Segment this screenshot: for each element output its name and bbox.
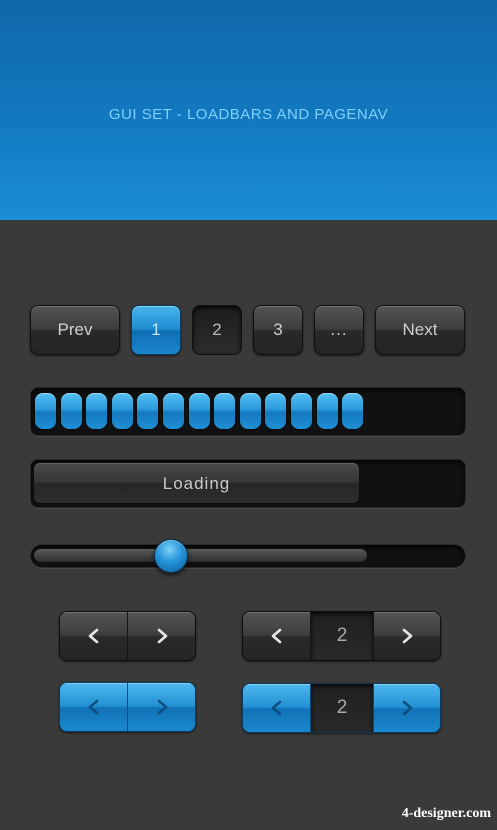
blue-stepper-value[interactable]: 2: [311, 684, 373, 732]
segmented-progress-bar: [30, 387, 466, 436]
progress-segment: [214, 393, 236, 429]
chevron-left-icon: [88, 699, 98, 715]
progress-segment: [239, 393, 261, 429]
next-button[interactable]: Next: [375, 305, 465, 355]
chevron-right-icon: [402, 628, 413, 644]
progress-segment: [163, 393, 184, 429]
progress-segment: [86, 393, 108, 429]
blue-next-arrow-button[interactable]: [128, 683, 195, 731]
slider-track-fill: [33, 548, 368, 563]
progress-segment: [137, 393, 159, 429]
prev-button[interactable]: Prev: [30, 305, 120, 355]
progress-segment: [265, 393, 287, 429]
loading-bar: Loading: [30, 459, 466, 508]
chevron-left-icon: [271, 628, 281, 644]
dark-prev-arrow-button[interactable]: [60, 612, 127, 660]
more-pages-button[interactable]: ...: [314, 305, 364, 355]
blue-prev-arrow-button[interactable]: [60, 683, 127, 731]
progress-segment: [60, 393, 82, 429]
page-3-button[interactable]: 3: [253, 305, 303, 355]
chevron-left-icon: [271, 700, 281, 716]
slider-track[interactable]: [30, 544, 466, 568]
page-1-button[interactable]: 1: [131, 305, 181, 355]
dark-stepper-prev-button[interactable]: [243, 612, 310, 660]
dark-arrow-pair: [59, 611, 196, 661]
loading-label: Loading: [162, 474, 231, 493]
dark-stepper-value[interactable]: 2: [311, 612, 373, 660]
slider-knob[interactable]: [154, 539, 188, 573]
dark-stepper-next-button[interactable]: [374, 612, 440, 660]
progress-segment: [188, 393, 210, 429]
page-title: GUI SET - LOADBARS AND PAGENAV: [108, 106, 389, 123]
blue-arrow-pair: [59, 682, 196, 732]
loading-bar-fill: Loading: [33, 462, 360, 504]
header-banner: GUI SET - LOADBARS AND PAGENAV: [0, 0, 497, 220]
progress-segment: [35, 393, 56, 429]
chevron-right-icon: [157, 699, 167, 715]
blue-stepper-next-button[interactable]: [374, 684, 440, 732]
blue-stepper-prev-button[interactable]: [243, 684, 310, 732]
progress-segment: [291, 393, 312, 429]
progress-segment: [111, 393, 133, 429]
page-2-button[interactable]: 2: [192, 305, 242, 355]
watermark: 4-designer.com: [401, 806, 491, 821]
progress-segment: [316, 393, 338, 429]
blue-page-stepper: 2: [242, 683, 441, 733]
chevron-left-icon: [88, 628, 98, 644]
dark-page-stepper: 2: [242, 611, 441, 661]
chevron-right-icon: [402, 700, 413, 716]
progress-segment: [342, 393, 364, 429]
chevron-right-icon: [157, 628, 167, 644]
dark-next-arrow-button[interactable]: [128, 612, 195, 660]
